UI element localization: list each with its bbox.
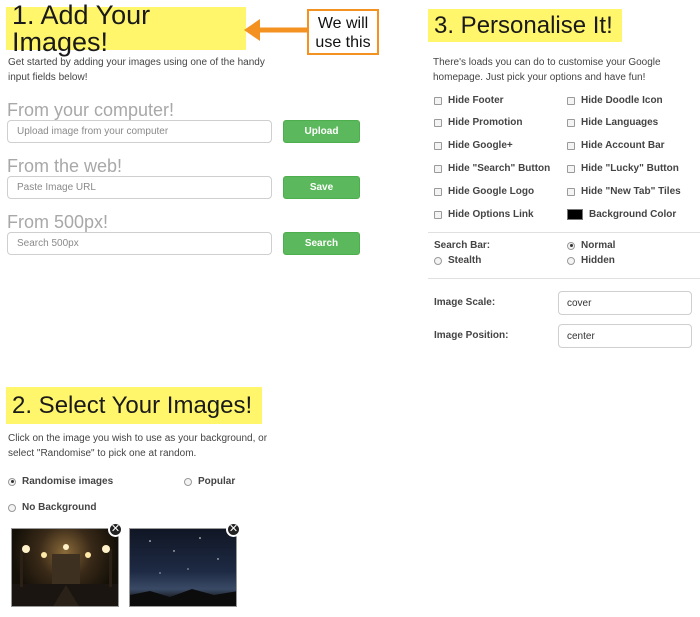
checkbox[interactable]	[434, 118, 442, 127]
image-position-field[interactable]	[558, 324, 692, 348]
option-popular[interactable]: Popular	[184, 476, 235, 487]
upload-button[interactable]: Upload	[283, 120, 360, 143]
option-hide-doodle-icon[interactable]: Hide Doodle Icon	[567, 95, 663, 106]
option-hide-google-logo[interactable]: Hide Google Logo	[434, 186, 534, 197]
search-bar-normal[interactable]: Normal	[567, 240, 615, 251]
checkbox[interactable]	[567, 187, 575, 196]
checkbox[interactable]	[567, 164, 575, 173]
checkbox[interactable]	[434, 164, 442, 173]
search-button[interactable]: Search	[283, 232, 360, 255]
radio[interactable]	[8, 503, 16, 512]
divider	[428, 232, 700, 233]
upload-image-input[interactable]	[7, 120, 272, 143]
search-bar-label: Search Bar:	[434, 240, 491, 251]
search-500px-input[interactable]	[7, 232, 272, 255]
option-background-color[interactable]: Background Color	[567, 209, 676, 220]
section-3-intro: There's loads you can do to customise yo…	[433, 57, 661, 83]
checkbox[interactable]	[434, 141, 442, 150]
option-hide-google-plus[interactable]: Hide Google+	[434, 140, 513, 151]
color-swatch[interactable]	[567, 209, 583, 220]
option-hide-search-button[interactable]: Hide "Search" Button	[434, 163, 550, 174]
source-label-web: From the web!	[7, 156, 123, 176]
callout-note: We will use this	[307, 9, 379, 55]
radio-selected[interactable]	[8, 477, 16, 486]
section-1-heading: 1. Add Your Images!	[6, 1, 246, 55]
option-hide-footer[interactable]: Hide Footer	[434, 95, 504, 106]
option-no-background[interactable]: No Background	[8, 502, 96, 513]
image-position-label: Image Position:	[434, 330, 509, 341]
option-hide-new-tab-tiles[interactable]: Hide "New Tab" Tiles	[567, 186, 681, 197]
background-thumbnail-hall[interactable]	[11, 528, 119, 607]
section-2-heading: 2. Select Your Images!	[6, 387, 262, 424]
night-sky-image	[130, 537, 236, 606]
close-icon[interactable]: ✕	[226, 522, 241, 537]
option-hide-account-bar[interactable]: Hide Account Bar	[567, 140, 665, 151]
checkbox[interactable]	[567, 118, 575, 127]
image-scale-label: Image Scale:	[434, 297, 496, 308]
search-bar-hidden[interactable]: Hidden	[567, 255, 615, 266]
checkbox[interactable]	[434, 210, 442, 219]
section-1-intro: Get started by adding your images using …	[8, 57, 265, 83]
arrow-left-icon	[244, 19, 312, 41]
radio[interactable]	[184, 477, 192, 486]
background-thumbnail-night-sky[interactable]	[129, 528, 237, 607]
section-3-heading: 3. Personalise It!	[428, 9, 622, 42]
image-url-input[interactable]	[7, 176, 272, 199]
hall-image	[12, 544, 118, 606]
source-label-500px: From 500px!	[7, 212, 109, 232]
section-2-intro: Click on the image you wish to use as yo…	[8, 433, 268, 459]
divider	[428, 278, 700, 279]
option-hide-options-link[interactable]: Hide Options Link	[434, 209, 534, 220]
save-button[interactable]: Save	[283, 176, 360, 199]
option-randomise-images[interactable]: Randomise images	[8, 476, 113, 487]
option-hide-languages[interactable]: Hide Languages	[567, 117, 658, 128]
checkbox[interactable]	[567, 96, 575, 105]
checkbox[interactable]	[434, 96, 442, 105]
search-bar-stealth[interactable]: Stealth	[434, 255, 481, 266]
radio[interactable]	[434, 256, 442, 265]
option-hide-lucky-button[interactable]: Hide "Lucky" Button	[567, 163, 679, 174]
checkbox[interactable]	[567, 141, 575, 150]
checkbox[interactable]	[434, 187, 442, 196]
source-label-computer: From your computer!	[7, 100, 175, 120]
radio[interactable]	[567, 256, 575, 265]
close-icon[interactable]: ✕	[108, 522, 123, 537]
radio-selected[interactable]	[567, 241, 575, 250]
option-hide-promotion[interactable]: Hide Promotion	[434, 117, 522, 128]
image-scale-field[interactable]	[558, 291, 692, 315]
